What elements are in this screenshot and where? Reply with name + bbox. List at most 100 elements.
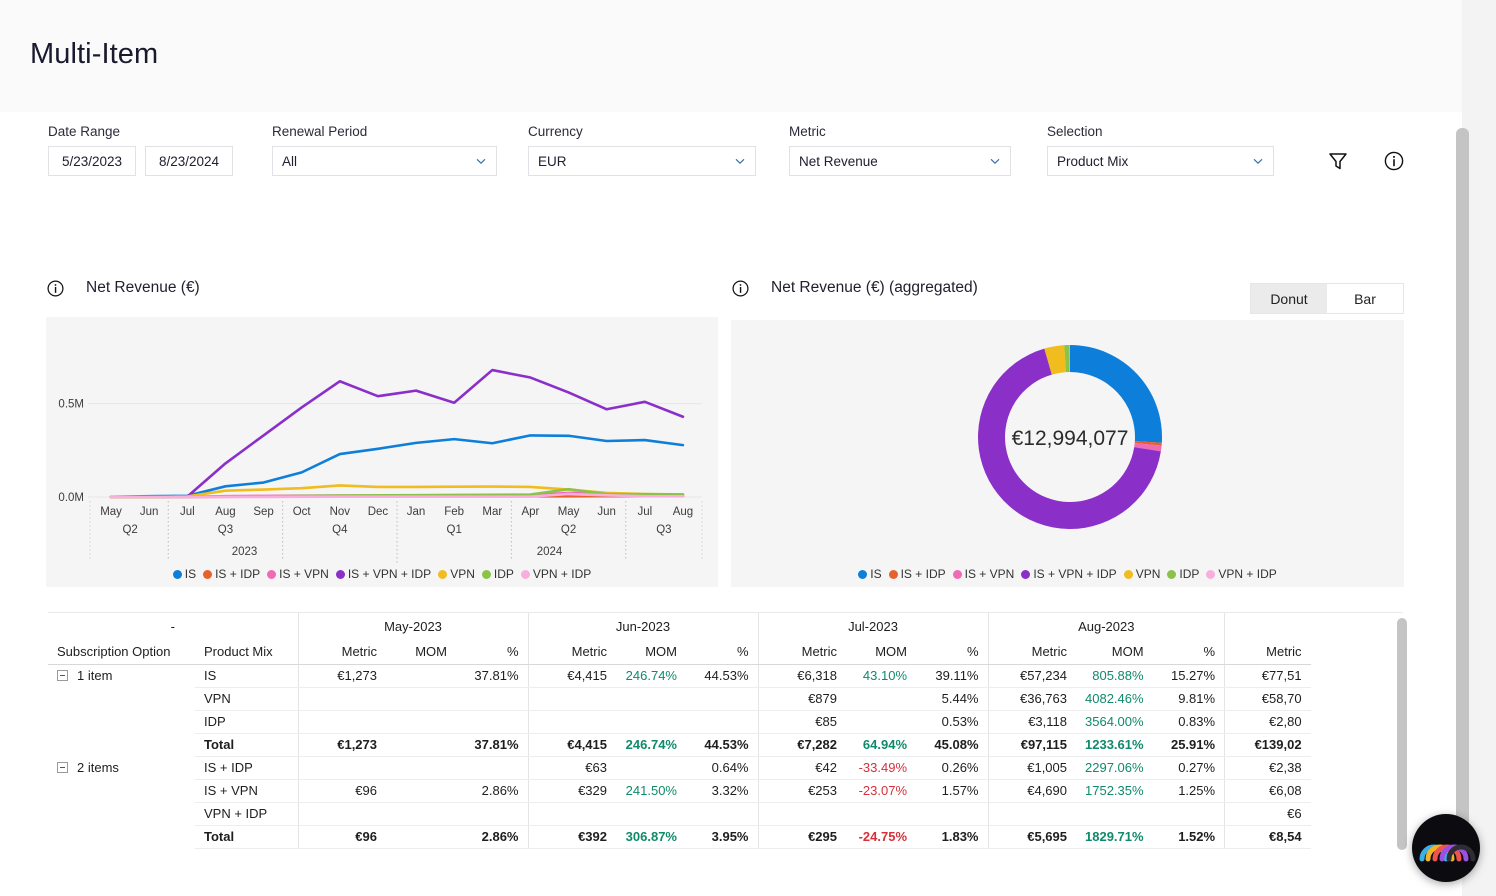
legend-color-dot <box>172 569 182 579</box>
legend-item[interactable]: IS + VPN + IDP <box>333 567 434 581</box>
line-chart-legend: IS IS + IDP IS + VPN IS + VPN + IDP VPN IDP VP… <box>46 567 718 581</box>
tab-donut[interactable]: Donut <box>1251 284 1327 313</box>
table-column-header[interactable]: % <box>1152 639 1225 665</box>
svg-text:Q4: Q4 <box>332 524 348 536</box>
subscription-option-cell: 2 items <box>48 756 195 779</box>
legend-item[interactable]: VPN <box>1121 567 1164 581</box>
chart-type-toggle: Donut Bar <box>1250 283 1404 314</box>
selection-select[interactable]: Product Mix <box>1047 146 1274 176</box>
date-range-end-input[interactable]: 8/23/2024 <box>145 146 233 176</box>
mom-cell: 246.74% <box>616 664 686 688</box>
legend-item[interactable]: VPN <box>435 567 478 581</box>
table-row[interactable]: 1 item IS €1,273 37.81% €4,415 246.74% 44.53% €… <box>48 664 1311 688</box>
product-mix-cell: VPN <box>195 687 298 711</box>
metric-cell <box>527 802 616 826</box>
legend-item[interactable]: IS + VPN <box>950 567 1018 581</box>
metric-cell: €2,38 <box>1224 756 1311 780</box>
metric-cell: €6,318 <box>757 664 846 688</box>
product-mix-cell: Total <box>195 733 298 757</box>
legend-item[interactable]: VPN + IDP <box>518 567 594 581</box>
table-row[interactable]: 2 items IS + IDP €63 0.64% €42 -33.49% 0.26% €1… <box>48 756 1311 780</box>
table-column-header[interactable]: MOM <box>386 639 456 665</box>
product-mix-table: - May-2023 Jun-2023 Jul-2023 Aug-2023 Subscr… <box>48 613 1311 849</box>
page-scrollbar[interactable] <box>1456 128 1469 870</box>
filter-icon[interactable] <box>1325 148 1351 174</box>
percent-cell <box>456 802 528 826</box>
info-icon[interactable] <box>731 279 750 298</box>
info-icon[interactable] <box>1381 148 1407 174</box>
tab-bar[interactable]: Bar <box>1327 284 1403 313</box>
table-row[interactable]: Total €1,273 37.81% €4,415 246.74% 44.53% €7,2… <box>48 733 1311 757</box>
legend-color-dot <box>481 569 491 579</box>
svg-text:Aug: Aug <box>673 506 693 518</box>
legend-item[interactable]: IS <box>855 567 884 581</box>
legend-item[interactable]: IS + VPN + IDP <box>1018 567 1119 581</box>
renewal-period-field: Renewal Period All <box>272 124 497 176</box>
date-range-start-input[interactable]: 5/23/2023 <box>48 146 136 176</box>
percent-cell <box>1152 802 1225 826</box>
net-revenue-line-panel: Net Revenue (€) 0.0M 0.5M May Jun Jul Aug Sep O… <box>46 275 718 587</box>
page-header: Multi-Item <box>0 0 1462 112</box>
legend-item[interactable]: IS + VPN <box>264 567 332 581</box>
metric-cell: €57,234 <box>987 664 1076 688</box>
product-mix-cell: Total <box>195 825 298 849</box>
assistant-fab-button[interactable] <box>1412 814 1480 882</box>
table-column-header[interactable]: Metric <box>1224 639 1311 665</box>
renewal-period-select[interactable]: All <box>272 146 497 176</box>
metric-cell: €42 <box>757 756 846 780</box>
legend-item[interactable]: VPN + IDP <box>1203 567 1279 581</box>
donut-chart[interactable]: €12,994,077 IS IS + IDP IS + VPN IS + VPN +… <box>731 320 1404 587</box>
table-column-header[interactable]: Metric <box>527 639 616 665</box>
metric-label: Metric <box>789 124 826 139</box>
legend-item[interactable]: IS <box>170 567 199 581</box>
table-row[interactable]: VPN €879 5.44% €36,763 4082.46% 9.81% €58,70 <box>48 687 1311 711</box>
table-column-header[interactable]: % <box>686 639 758 665</box>
metric-cell: €96 <box>297 825 386 849</box>
legend-color-dot <box>858 569 868 579</box>
legend-color-dot <box>952 569 962 579</box>
table-column-header[interactable]: Product Mix <box>195 639 298 665</box>
collapse-toggle-icon[interactable] <box>57 670 68 682</box>
table-group-header-row: - May-2023 Jun-2023 Jul-2023 Aug-2023 <box>48 613 1311 639</box>
metric-cell: €4,415 <box>527 664 616 688</box>
line-chart[interactable]: 0.0M 0.5M May Jun Jul Aug Sep Oct Nov Dec Jan Feb Ma… <box>46 317 718 587</box>
table-column-header[interactable]: MOM <box>1076 639 1153 665</box>
currency-select[interactable]: EUR <box>528 146 756 176</box>
table-row[interactable]: IS + VPN €96 2.86% €329 241.50% 3.32% €253 -23.… <box>48 779 1311 803</box>
table-column-header[interactable]: MOM <box>616 639 686 665</box>
legend-item[interactable]: IS + IDP <box>886 567 949 581</box>
page-title: Multi-Item <box>30 38 159 70</box>
table-column-header[interactable]: MOM <box>846 639 916 665</box>
page-scrollbar-thumb[interactable] <box>1456 128 1469 870</box>
table-column-header[interactable]: Metric <box>757 639 846 665</box>
percent-cell: 1.83% <box>916 825 988 849</box>
legend-label: IS + VPN + IDP <box>1033 567 1117 581</box>
info-icon[interactable] <box>46 279 65 298</box>
svg-text:Aug: Aug <box>215 506 235 518</box>
table-column-header[interactable]: Metric <box>297 639 386 665</box>
table-row[interactable]: VPN + IDP €6 <box>48 802 1311 826</box>
mom-cell: 2297.06% <box>1076 756 1153 780</box>
table-row[interactable]: IDP €85 0.53% €3,118 3564.00% 0.83% €2,80 <box>48 710 1311 734</box>
table-column-header[interactable]: % <box>456 639 528 665</box>
table-scrollbar[interactable] <box>1396 618 1408 858</box>
table-scrollbar-thumb[interactable] <box>1397 618 1407 850</box>
legend-item[interactable]: IDP <box>1164 567 1202 581</box>
metric-cell: €253 <box>757 779 846 803</box>
legend-item[interactable]: IS + IDP <box>200 567 263 581</box>
table-row[interactable]: Total €96 2.86% €392 306.87% 3.95% €295 -24.75%… <box>48 825 1311 849</box>
collapse-toggle-icon[interactable] <box>57 762 68 773</box>
mom-cell: 1233.61% <box>1076 733 1153 757</box>
table-column-header[interactable]: Metric <box>987 639 1076 665</box>
legend-item[interactable]: IDP <box>479 567 517 581</box>
mom-cell <box>386 687 456 711</box>
svg-text:Mar: Mar <box>482 506 502 518</box>
metric-select[interactable]: Net Revenue <box>789 146 1011 176</box>
metric-cell <box>297 687 386 711</box>
product-mix-table-container[interactable]: - May-2023 Jun-2023 Jul-2023 Aug-2023 Subscr… <box>48 612 1403 858</box>
mom-cell: -23.07% <box>846 779 916 803</box>
donut-center-total: €12,994,077 <box>1012 427 1129 450</box>
legend-color-dot <box>1021 569 1031 579</box>
table-column-header[interactable]: Subscription Option <box>48 639 195 665</box>
table-column-header[interactable]: % <box>916 639 988 665</box>
